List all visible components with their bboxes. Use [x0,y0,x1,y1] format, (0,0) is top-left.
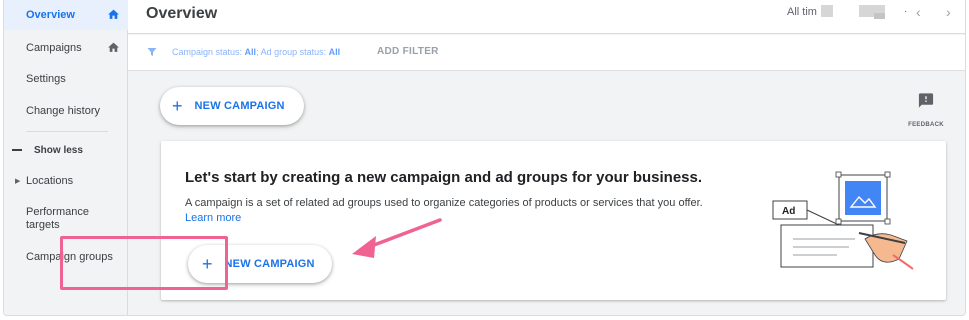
dot-separator: · [904,6,908,17]
sidebar-item-campaigns[interactable]: Campaigns [4,33,128,63]
app-window: Overview Campaigns Settings Change histo… [3,0,966,316]
get-started-card: Let's start by creating a new campaign a… [161,141,946,300]
sidebar-item-locations[interactable]: Locations [4,166,128,196]
add-filter-button[interactable]: ADD FILTER [377,46,439,57]
chevron-left-icon[interactable]: ‹ [916,4,921,20]
chevron-right-icon[interactable]: › [946,4,951,20]
sidebar-item-label: Overview [26,9,75,21]
card-title: Let's start by creating a new campaign a… [185,169,703,186]
redacted-block [821,5,833,17]
filter-icon[interactable] [146,46,158,58]
card-new-campaign-label: NEW CAMPAIGN [224,258,315,270]
sidebar-item-label: Settings [26,73,66,85]
sidebar-item-label: Change history [26,105,100,117]
sidebar-item-label: Performance targets [26,206,89,231]
filter-bar: Campaign status: All; Ad group status: A… [128,35,965,71]
feedback-button[interactable]: FEEDBACK [904,92,948,131]
page-title: Overview [146,5,218,22]
new-campaign-button[interactable]: + NEW CAMPAIGN [160,87,304,125]
filter-summary[interactable]: Campaign status: All; Ad group status: A… [172,47,340,57]
new-campaign-label: NEW CAMPAIGN [194,100,285,112]
home-icon [108,9,119,19]
sidebar-item-label: Locations [26,175,74,187]
sidebar-item-label: Campaigns [26,42,82,54]
sidebar-item-overview[interactable]: Overview [4,0,128,30]
campaign-illustration: Ad [772,171,914,270]
feedback-icon [918,93,934,108]
sidebar-item-performance-targets[interactable]: Performance targets [4,202,100,236]
sidebar-divider [26,131,108,132]
plus-icon: + [172,96,183,116]
sidebar-item-change-history[interactable]: Change history [4,96,128,126]
date-range[interactable]: All tim [787,6,817,18]
home-icon [108,42,119,52]
show-less-toggle[interactable]: Show less [12,140,83,160]
redacted-block [874,13,885,19]
sidebar-item-settings[interactable]: Settings [4,64,128,94]
page-header: Overview All tim · ‹ › [128,0,965,34]
main-content: Overview All tim · ‹ › Campaign status: … [128,0,965,315]
illustration-ad-label: Ad [782,206,795,217]
card-description: A campaign is a set of related ad groups… [185,197,703,209]
highlight-box [60,236,228,290]
learn-more-link[interactable]: Learn more [185,212,241,224]
feedback-label: FEEDBACK [908,122,944,128]
minus-icon [12,149,22,151]
campaign-status-value: All [244,47,257,57]
show-less-label: Show less [34,144,83,156]
ad-group-status-value: All [328,47,341,57]
